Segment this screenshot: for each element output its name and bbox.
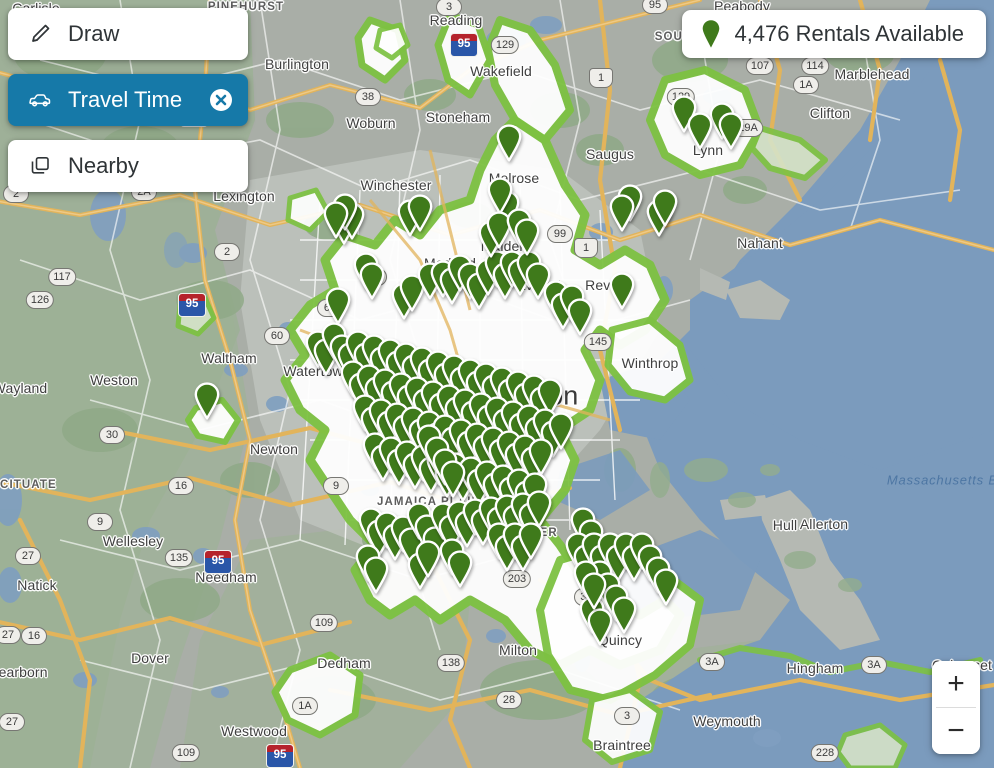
plus-icon: + [947, 667, 965, 700]
draw-button-label: Draw [68, 21, 120, 46]
rental-map-screen: CarlislePINEHURSTReadingPeabodySOUTH PEA… [0, 0, 994, 768]
pencil-icon [26, 20, 54, 48]
close-circle-icon[interactable] [208, 87, 234, 113]
rentals-available-badge: 4,476 Rentals Available [682, 10, 986, 58]
rentals-available-text: 4,476 Rentals Available [734, 21, 964, 46]
travel-time-button-label: Travel Time [68, 87, 183, 112]
draw-button[interactable]: Draw [8, 8, 249, 60]
zoom-controls: + − [932, 661, 980, 754]
zoom-in-button[interactable]: + [932, 661, 980, 707]
map-pin-icon [700, 19, 722, 49]
map-tool-controls: Draw Travel Time Nearby [8, 8, 249, 192]
travel-time-button[interactable]: Travel Time [8, 74, 249, 126]
car-icon [26, 86, 54, 114]
zoom-out-button[interactable]: − [932, 708, 980, 754]
nearby-button[interactable]: Nearby [8, 140, 249, 192]
minus-icon: − [947, 714, 965, 747]
nearby-button-label: Nearby [68, 153, 139, 178]
layers-icon [26, 152, 54, 180]
